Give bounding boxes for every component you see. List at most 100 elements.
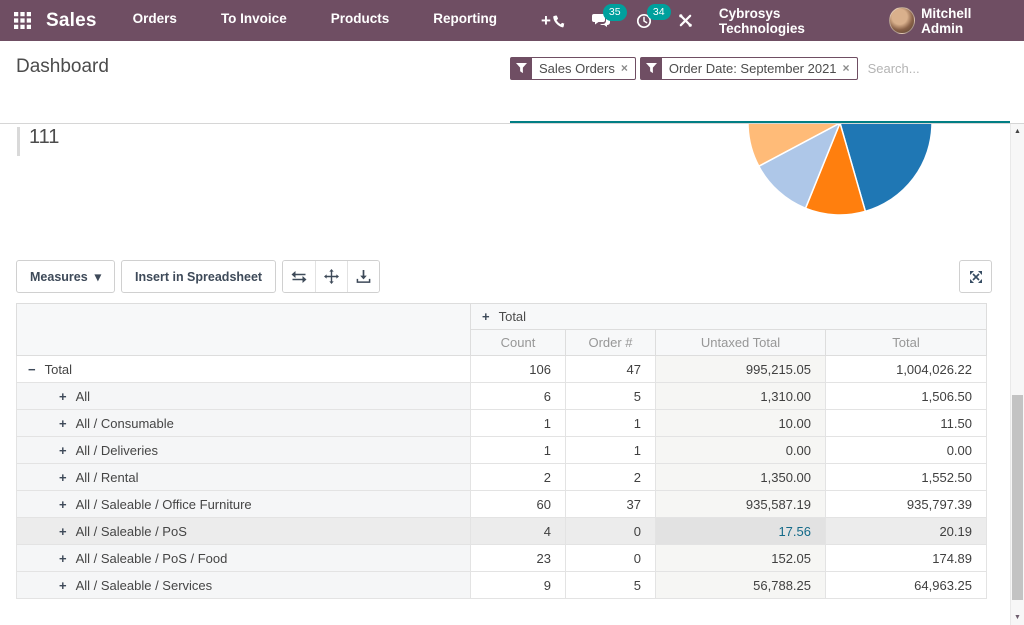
scroll-down-arrow[interactable]: ▼: [1011, 614, 1024, 621]
table-row[interactable]: +All / Saleable / Services9556,788.2564,…: [17, 572, 987, 599]
row-label-cell[interactable]: −Total: [17, 356, 471, 383]
table-row[interactable]: +All / Saleable / Office Furniture603793…: [17, 491, 987, 518]
row-label-cell[interactable]: +All / Rental: [17, 464, 471, 491]
expand-icon[interactable]: +: [59, 497, 67, 512]
user-menu[interactable]: Mitchell Admin: [889, 6, 1012, 36]
column-group-header[interactable]: + Total: [471, 304, 987, 330]
table-row[interactable]: +All / Rental221,350.001,552.50: [17, 464, 987, 491]
value-cell[interactable]: 6: [471, 383, 566, 410]
download-icon[interactable]: [347, 261, 379, 292]
value-cell[interactable]: 1: [471, 437, 566, 464]
fullscreen-expand-button[interactable]: [959, 260, 992, 293]
table-row[interactable]: −Total10647995,215.051,004,026.22: [17, 356, 987, 383]
measures-button[interactable]: Measures ▾: [16, 260, 115, 293]
value-cell[interactable]: 0: [566, 518, 656, 545]
table-row[interactable]: +All / Consumable1110.0011.50: [17, 410, 987, 437]
row-label-cell[interactable]: +All / Saleable / Office Furniture: [17, 491, 471, 518]
table-row[interactable]: +All / Saleable / PoS / Food230152.05174…: [17, 545, 987, 572]
expand-icon[interactable]: +: [59, 416, 67, 431]
scrollbar-thumb[interactable]: [1012, 395, 1023, 600]
value-cell[interactable]: 0.00: [656, 437, 826, 464]
value-cell[interactable]: 152.05: [656, 545, 826, 572]
value-cell[interactable]: 2: [471, 464, 566, 491]
table-row[interactable]: +All / Saleable / PoS4017.5620.19: [17, 518, 987, 545]
flip-axis-icon[interactable]: [283, 261, 315, 292]
apps-grid-icon[interactable]: [14, 12, 31, 29]
value-cell[interactable]: 60: [471, 491, 566, 518]
expand-icon[interactable]: +: [59, 524, 67, 539]
expand-icon[interactable]: +: [59, 389, 67, 404]
table-row[interactable]: +All651,310.001,506.50: [17, 383, 987, 410]
search-input[interactable]: [862, 61, 1024, 76]
row-label-cell[interactable]: +All / Saleable / PoS / Food: [17, 545, 471, 572]
value-cell[interactable]: 47: [566, 356, 656, 383]
facet-remove-icon[interactable]: ×: [842, 61, 857, 75]
value-cell[interactable]: 1,310.00: [656, 383, 826, 410]
facet-remove-icon[interactable]: ×: [620, 61, 635, 75]
value-cell[interactable]: 9: [471, 572, 566, 599]
value-cell[interactable]: 1: [471, 410, 566, 437]
value-cell[interactable]: 1,552.50: [826, 464, 987, 491]
scroll-up-arrow[interactable]: ▲: [1011, 128, 1024, 135]
value-cell[interactable]: 1: [566, 437, 656, 464]
expand-icon[interactable]: +: [59, 470, 67, 485]
table-row[interactable]: +All / Deliveries110.000.00: [17, 437, 987, 464]
breadcrumb[interactable]: Dashboard: [16, 56, 109, 78]
value-cell[interactable]: 106: [471, 356, 566, 383]
value-cell[interactable]: 11.50: [826, 410, 987, 437]
value-cell[interactable]: 1: [566, 410, 656, 437]
caret-down-icon: ▾: [95, 269, 101, 284]
value-cell[interactable]: 23: [471, 545, 566, 572]
value-cell[interactable]: 2: [566, 464, 656, 491]
value-cell[interactable]: 5: [566, 572, 656, 599]
value-cell[interactable]: 64,963.25: [826, 572, 987, 599]
value-cell[interactable]: 37: [566, 491, 656, 518]
value-cell[interactable]: 935,797.39: [826, 491, 987, 518]
menu-plus-icon[interactable]: +: [541, 11, 551, 31]
row-label-cell[interactable]: +All / Deliveries: [17, 437, 471, 464]
row-label: All / Consumable: [76, 416, 174, 431]
value-cell[interactable]: 0: [566, 545, 656, 572]
menu-orders[interactable]: Orders: [133, 11, 177, 31]
value-cell[interactable]: 4: [471, 518, 566, 545]
column-group-label: Total: [499, 309, 526, 324]
tools-icon[interactable]: [678, 13, 693, 28]
company-name[interactable]: Cybrosys Technologies: [719, 6, 863, 36]
column-header[interactable]: Count: [471, 330, 566, 356]
value-cell[interactable]: 995,215.05: [656, 356, 826, 383]
expand-icon[interactable]: +: [59, 443, 67, 458]
value-cell[interactable]: 174.89: [826, 545, 987, 572]
expand-icon[interactable]: +: [59, 578, 67, 593]
value-cell[interactable]: 935,587.19: [656, 491, 826, 518]
value-cell[interactable]: 56,788.25: [656, 572, 826, 599]
expand-all-icon[interactable]: [315, 261, 347, 292]
app-name[interactable]: Sales: [46, 10, 97, 32]
row-label-cell[interactable]: +All / Saleable / Services: [17, 572, 471, 599]
row-label-cell[interactable]: +All: [17, 383, 471, 410]
menu-reporting[interactable]: Reporting: [433, 11, 497, 31]
expand-icon[interactable]: +: [482, 309, 490, 324]
value-cell[interactable]: 5: [566, 383, 656, 410]
vertical-scrollbar[interactable]: ▲ ▼: [1010, 124, 1024, 625]
column-header[interactable]: Untaxed Total: [656, 330, 826, 356]
value-cell[interactable]: 10.00: [656, 410, 826, 437]
value-cell[interactable]: 1,004,026.22: [826, 356, 987, 383]
activities-clock-icon[interactable]: 34: [636, 13, 652, 29]
value-cell[interactable]: 1,350.00: [656, 464, 826, 491]
column-header[interactable]: Order #: [566, 330, 656, 356]
insert-in-spreadsheet-button[interactable]: Insert in Spreadsheet: [121, 260, 276, 293]
value-cell[interactable]: 20.19: [826, 518, 987, 545]
row-label-cell[interactable]: +All / Saleable / PoS: [17, 518, 471, 545]
expand-icon[interactable]: +: [59, 551, 67, 566]
phone-icon[interactable]: [551, 13, 566, 28]
row-label-cell[interactable]: + All / Consumable: [17, 410, 471, 437]
value-cell[interactable]: 0.00: [826, 437, 987, 464]
value-cell[interactable]: 1,506.50: [826, 383, 987, 410]
menu-to-invoice[interactable]: To Invoice: [221, 11, 287, 31]
menu-products[interactable]: Products: [331, 11, 390, 31]
collapse-icon[interactable]: −: [28, 362, 36, 377]
column-header[interactable]: Total: [826, 330, 987, 356]
messages-icon[interactable]: 35: [592, 13, 610, 28]
pie-chart[interactable]: [747, 124, 933, 217]
value-cell[interactable]: 17.56: [656, 518, 826, 545]
